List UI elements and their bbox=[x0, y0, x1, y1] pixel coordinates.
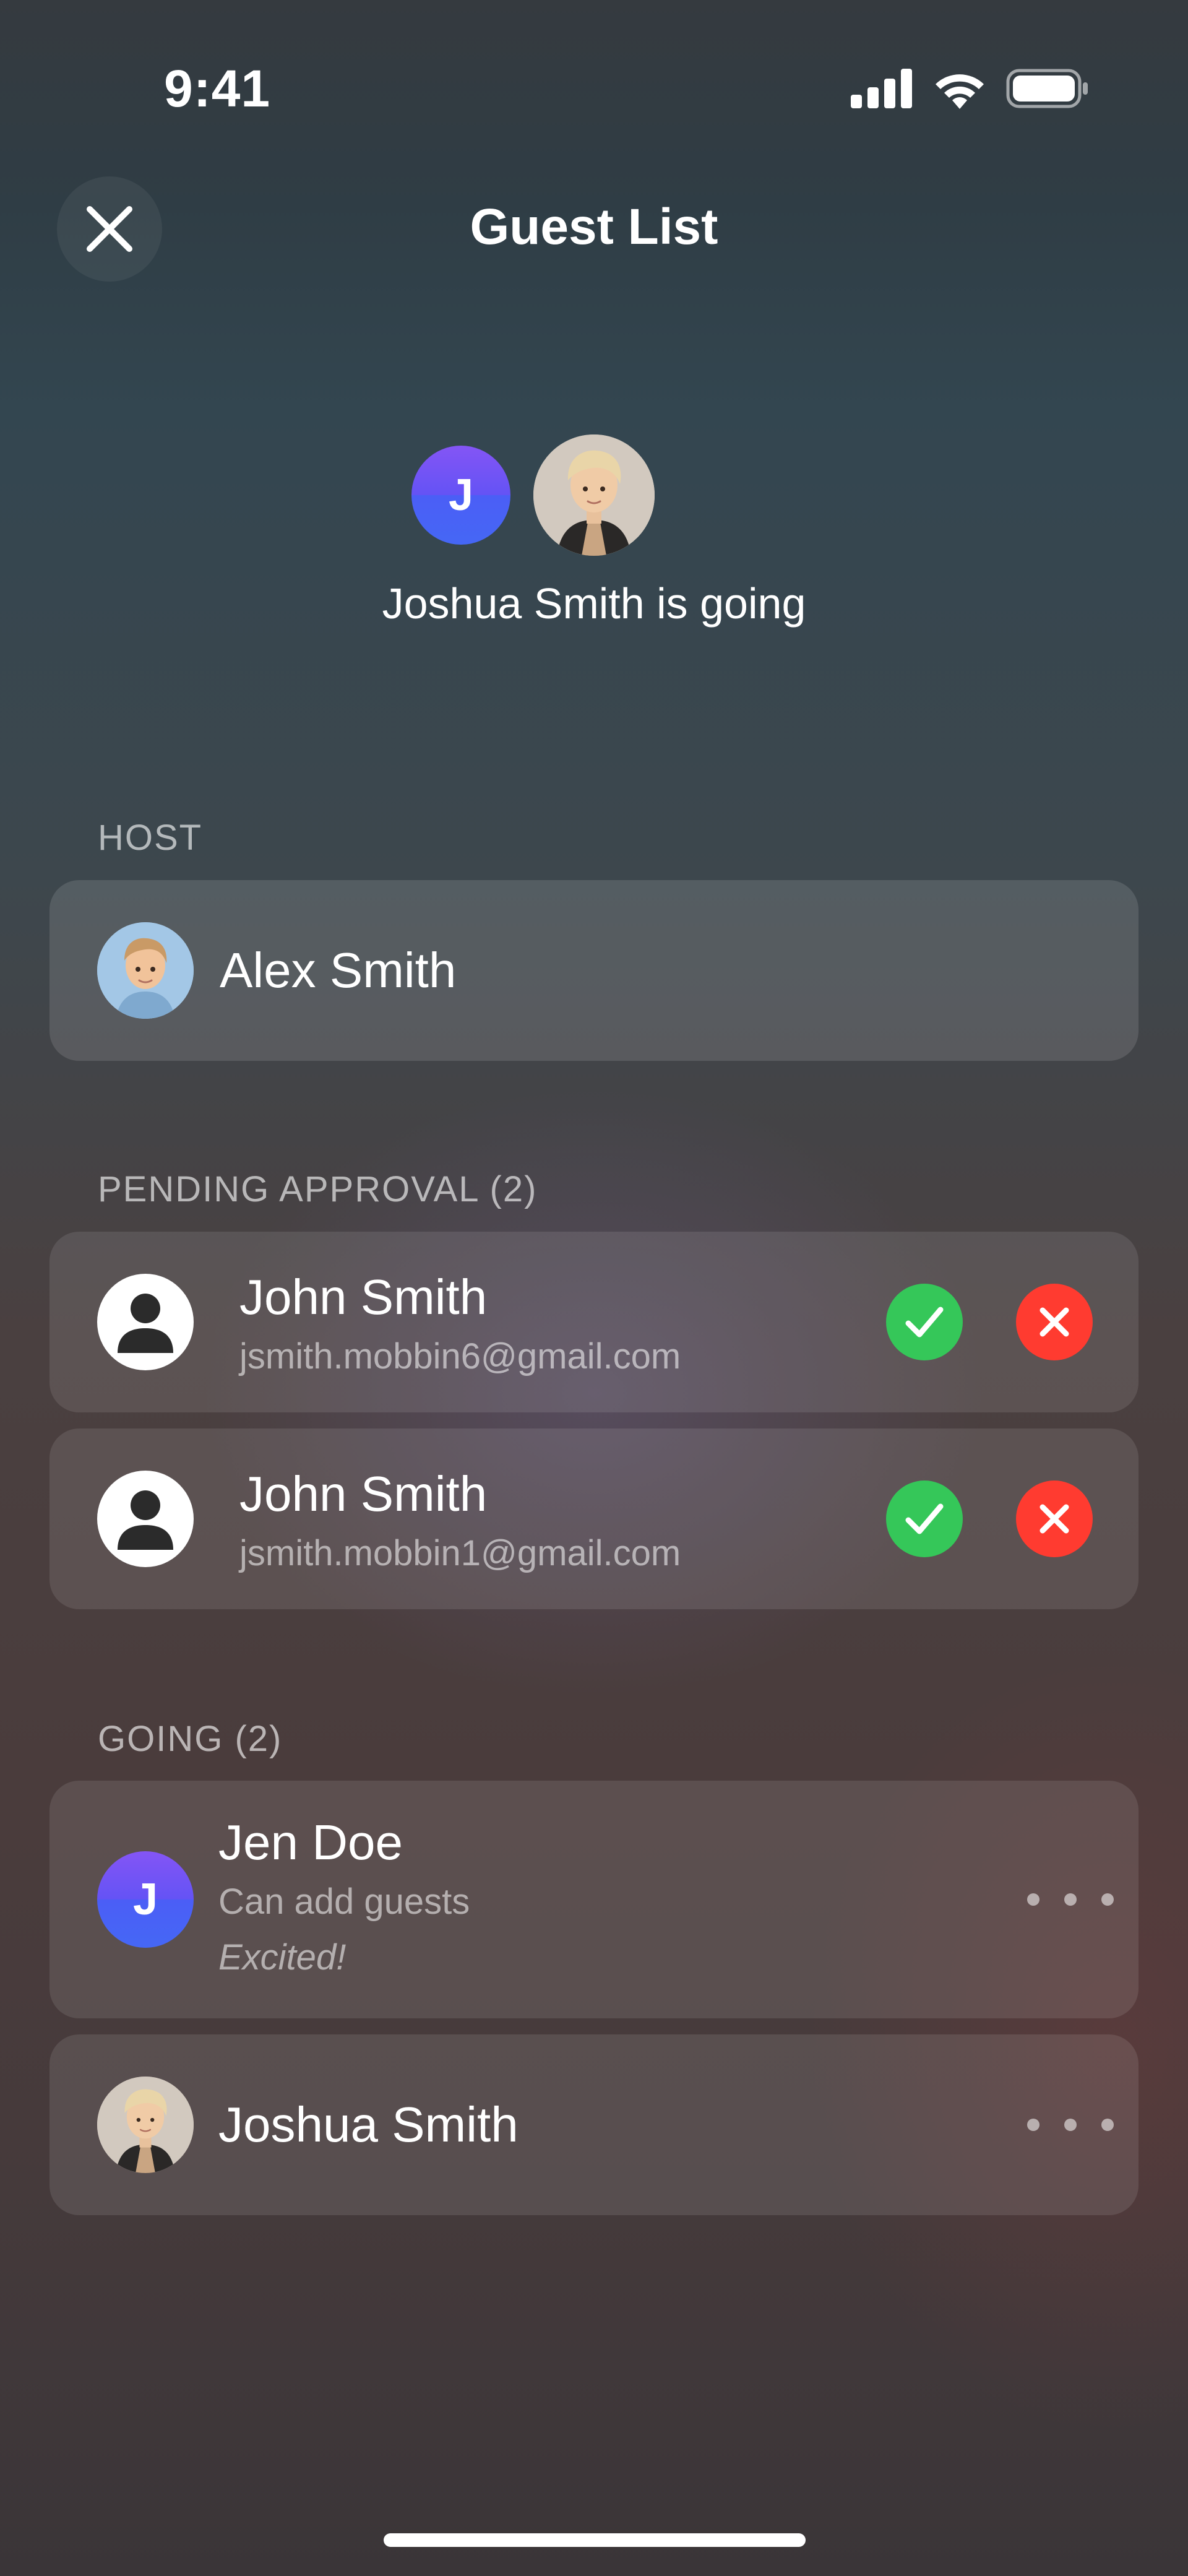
guest-name: Joshua Smith bbox=[218, 2097, 519, 2152]
guest-note: Excited! bbox=[218, 1937, 346, 1977]
signal-icon bbox=[851, 68, 912, 108]
going-row[interactable]: J Jen Doe Can add guests Excited! bbox=[50, 1781, 1138, 2018]
battery-icon bbox=[1006, 69, 1088, 108]
pending-row[interactable]: John Smith jsmith.mobbin6@gmail.com bbox=[50, 1232, 1138, 1412]
person-icon bbox=[118, 1294, 173, 1353]
wifi-icon bbox=[935, 74, 984, 109]
avatar-initial-j: J bbox=[411, 446, 510, 545]
pending-name: John Smith bbox=[239, 1466, 488, 1521]
guest-permission: Can add guests bbox=[218, 1882, 470, 1922]
avatar-initial-j: J bbox=[97, 1851, 194, 1948]
decline-button[interactable] bbox=[1016, 1480, 1093, 1557]
going-summary-text: Joshua Smith is going bbox=[382, 579, 806, 628]
status-icons bbox=[851, 65, 1089, 111]
avatar-memoji bbox=[533, 434, 655, 556]
x-icon bbox=[1040, 1307, 1069, 1337]
guest-name: Jen Doe bbox=[218, 1815, 403, 1870]
page-title: Guest List bbox=[470, 199, 718, 255]
host-card[interactable]: Alex Smith bbox=[50, 880, 1138, 1061]
pending-name: John Smith bbox=[239, 1269, 488, 1325]
pending-email: jsmith.mobbin6@gmail.com bbox=[239, 1336, 681, 1377]
section-label-going: GOING (2) bbox=[98, 1719, 283, 1759]
close-icon bbox=[87, 206, 132, 252]
pending-row[interactable]: John Smith jsmith.mobbin1@gmail.com bbox=[50, 1428, 1138, 1609]
approve-button[interactable] bbox=[886, 1480, 963, 1557]
decline-button[interactable] bbox=[1016, 1284, 1093, 1360]
close-button[interactable] bbox=[57, 176, 162, 282]
avatar-host bbox=[97, 922, 194, 1019]
person-icon bbox=[118, 1490, 173, 1550]
more-button[interactable] bbox=[1027, 1875, 1114, 1924]
more-icon bbox=[1027, 1893, 1040, 1906]
section-label-pending: PENDING APPROVAL (2) bbox=[98, 1169, 538, 1209]
status-time: 9:41 bbox=[164, 59, 271, 118]
avatar-placeholder bbox=[97, 1471, 194, 1567]
avatar-placeholder bbox=[97, 1274, 194, 1370]
avatar-memoji bbox=[97, 2077, 194, 2173]
checkmark-icon bbox=[905, 1307, 944, 1338]
approve-button[interactable] bbox=[886, 1284, 963, 1360]
checkmark-icon bbox=[905, 1503, 944, 1534]
home-indicator bbox=[384, 2533, 806, 2547]
going-row[interactable]: Joshua Smith bbox=[50, 2034, 1138, 2215]
host-name: Alex Smith bbox=[220, 943, 457, 998]
more-button[interactable] bbox=[1027, 2100, 1114, 2150]
x-icon bbox=[1040, 1504, 1069, 1534]
section-label-host: HOST bbox=[98, 818, 203, 858]
pending-email: jsmith.mobbin1@gmail.com bbox=[239, 1533, 681, 1573]
more-icon bbox=[1027, 2119, 1040, 2131]
